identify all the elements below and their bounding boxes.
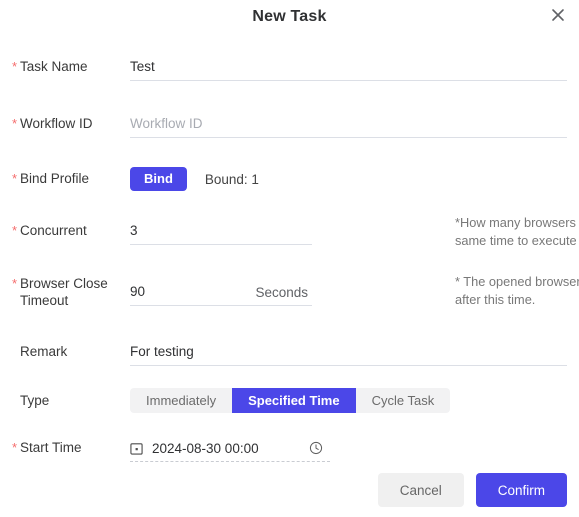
label-text: Bind Profile <box>20 171 90 186</box>
label-text: Concurrent <box>20 223 87 238</box>
label-text: Remark <box>20 344 68 359</box>
bind-button[interactable]: Bind <box>130 167 187 191</box>
field-row-remark: Remark For testing <box>12 339 567 366</box>
concurrent-input[interactable]: 3 <box>130 218 312 245</box>
field-row-bind-profile: * Bind Profile Bind Bound: 1 <box>12 166 567 192</box>
cancel-button[interactable]: Cancel <box>377 473 464 507</box>
label-bind-profile: * Bind Profile <box>12 166 130 187</box>
required-asterisk: * <box>12 116 18 131</box>
seconds-suffix: Seconds <box>255 284 308 300</box>
label-type: Type <box>12 388 130 409</box>
dialog-footer: Cancel Confirm <box>377 473 567 507</box>
field-browser-close-timeout: 90 Seconds * The opened browsers will au… <box>130 271 579 307</box>
field-type: Immediately Specified Time Cycle Task <box>130 388 567 413</box>
field-task-name: Test <box>130 54 567 81</box>
required-asterisk: * <box>12 440 18 455</box>
bound-count-text: Bound: 1 <box>204 171 259 187</box>
concurrent-hint: *How many browsers are open at the same … <box>455 215 579 248</box>
label-text: Workflow ID <box>20 116 93 131</box>
tab-cycle-task[interactable]: Cycle Task <box>356 388 451 413</box>
label-text: Start Time <box>20 440 82 455</box>
field-row-workflow-id: * Workflow ID Workflow ID <box>12 111 567 138</box>
new-task-form: * Task Name Test * Workflow ID Workflow … <box>0 54 579 462</box>
task-name-value: Test <box>130 59 155 74</box>
calendar-icon <box>130 441 144 455</box>
required-asterisk: * <box>12 171 18 186</box>
field-workflow-id: Workflow ID <box>130 111 567 138</box>
new-task-dialog: New Task * Task Name Test * Workflow ID … <box>0 0 579 517</box>
start-time-datepicker[interactable]: 2024-08-30 00:00 <box>130 435 330 462</box>
tab-specified-time[interactable]: Specified Time <box>232 388 356 413</box>
remark-input[interactable]: For testing <box>130 339 567 366</box>
required-asterisk: * <box>12 276 18 291</box>
label-concurrent: * Concurrent <box>12 218 130 239</box>
label-workflow-id: * Workflow ID <box>12 111 130 132</box>
task-name-input[interactable]: Test <box>130 54 567 81</box>
label-text: Browser Close Timeout <box>20 276 108 308</box>
label-start-time: * Start Time <box>12 435 130 456</box>
field-start-time: 2024-08-30 00:00 <box>130 435 567 462</box>
browser-close-timeout-hint: * The opened browsers will auto close af… <box>455 274 579 307</box>
workflow-id-input[interactable]: Workflow ID <box>130 111 567 138</box>
clock-icon[interactable] <box>309 441 324 456</box>
type-segmented-control: Immediately Specified Time Cycle Task <box>130 388 451 413</box>
field-concurrent: 3 *How many browsers are open at the sam… <box>130 215 579 248</box>
label-task-name: * Task Name <box>12 54 130 75</box>
start-time-value: 2024-08-30 00:00 <box>152 440 259 456</box>
page-title: New Task <box>252 8 327 25</box>
bind-profile-controls: Bind Bound: 1 <box>130 166 567 192</box>
concurrent-value: 3 <box>130 223 138 238</box>
workflow-id-placeholder: Workflow ID <box>130 116 203 131</box>
close-icon[interactable] <box>547 4 569 26</box>
label-text: Type <box>20 393 50 408</box>
field-row-start-time: * Start Time 2024-08-30 00:00 <box>12 435 567 462</box>
confirm-button[interactable]: Confirm <box>475 473 567 507</box>
dialog-header: New Task <box>0 0 579 40</box>
remark-value: For testing <box>130 344 194 359</box>
field-remark: For testing <box>130 339 567 366</box>
label-text: Task Name <box>20 59 88 74</box>
field-bind-profile: Bind Bound: 1 <box>130 166 567 192</box>
field-row-task-name: * Task Name Test <box>12 54 567 81</box>
label-remark: Remark <box>12 339 130 360</box>
label-browser-close-timeout: * Browser Close Timeout <box>12 271 130 309</box>
tab-immediately[interactable]: Immediately <box>130 388 232 413</box>
field-row-browser-close-timeout: * Browser Close Timeout 90 Seconds * The… <box>12 271 579 309</box>
required-asterisk: * <box>12 223 18 238</box>
required-asterisk: * <box>12 59 18 74</box>
browser-close-timeout-value: 90 <box>130 284 146 299</box>
field-row-concurrent: * Concurrent 3 *How many browsers are op… <box>12 215 579 248</box>
browser-close-timeout-input[interactable]: 90 Seconds <box>130 279 312 306</box>
field-row-type: Type Immediately Specified Time Cycle Ta… <box>12 388 567 413</box>
